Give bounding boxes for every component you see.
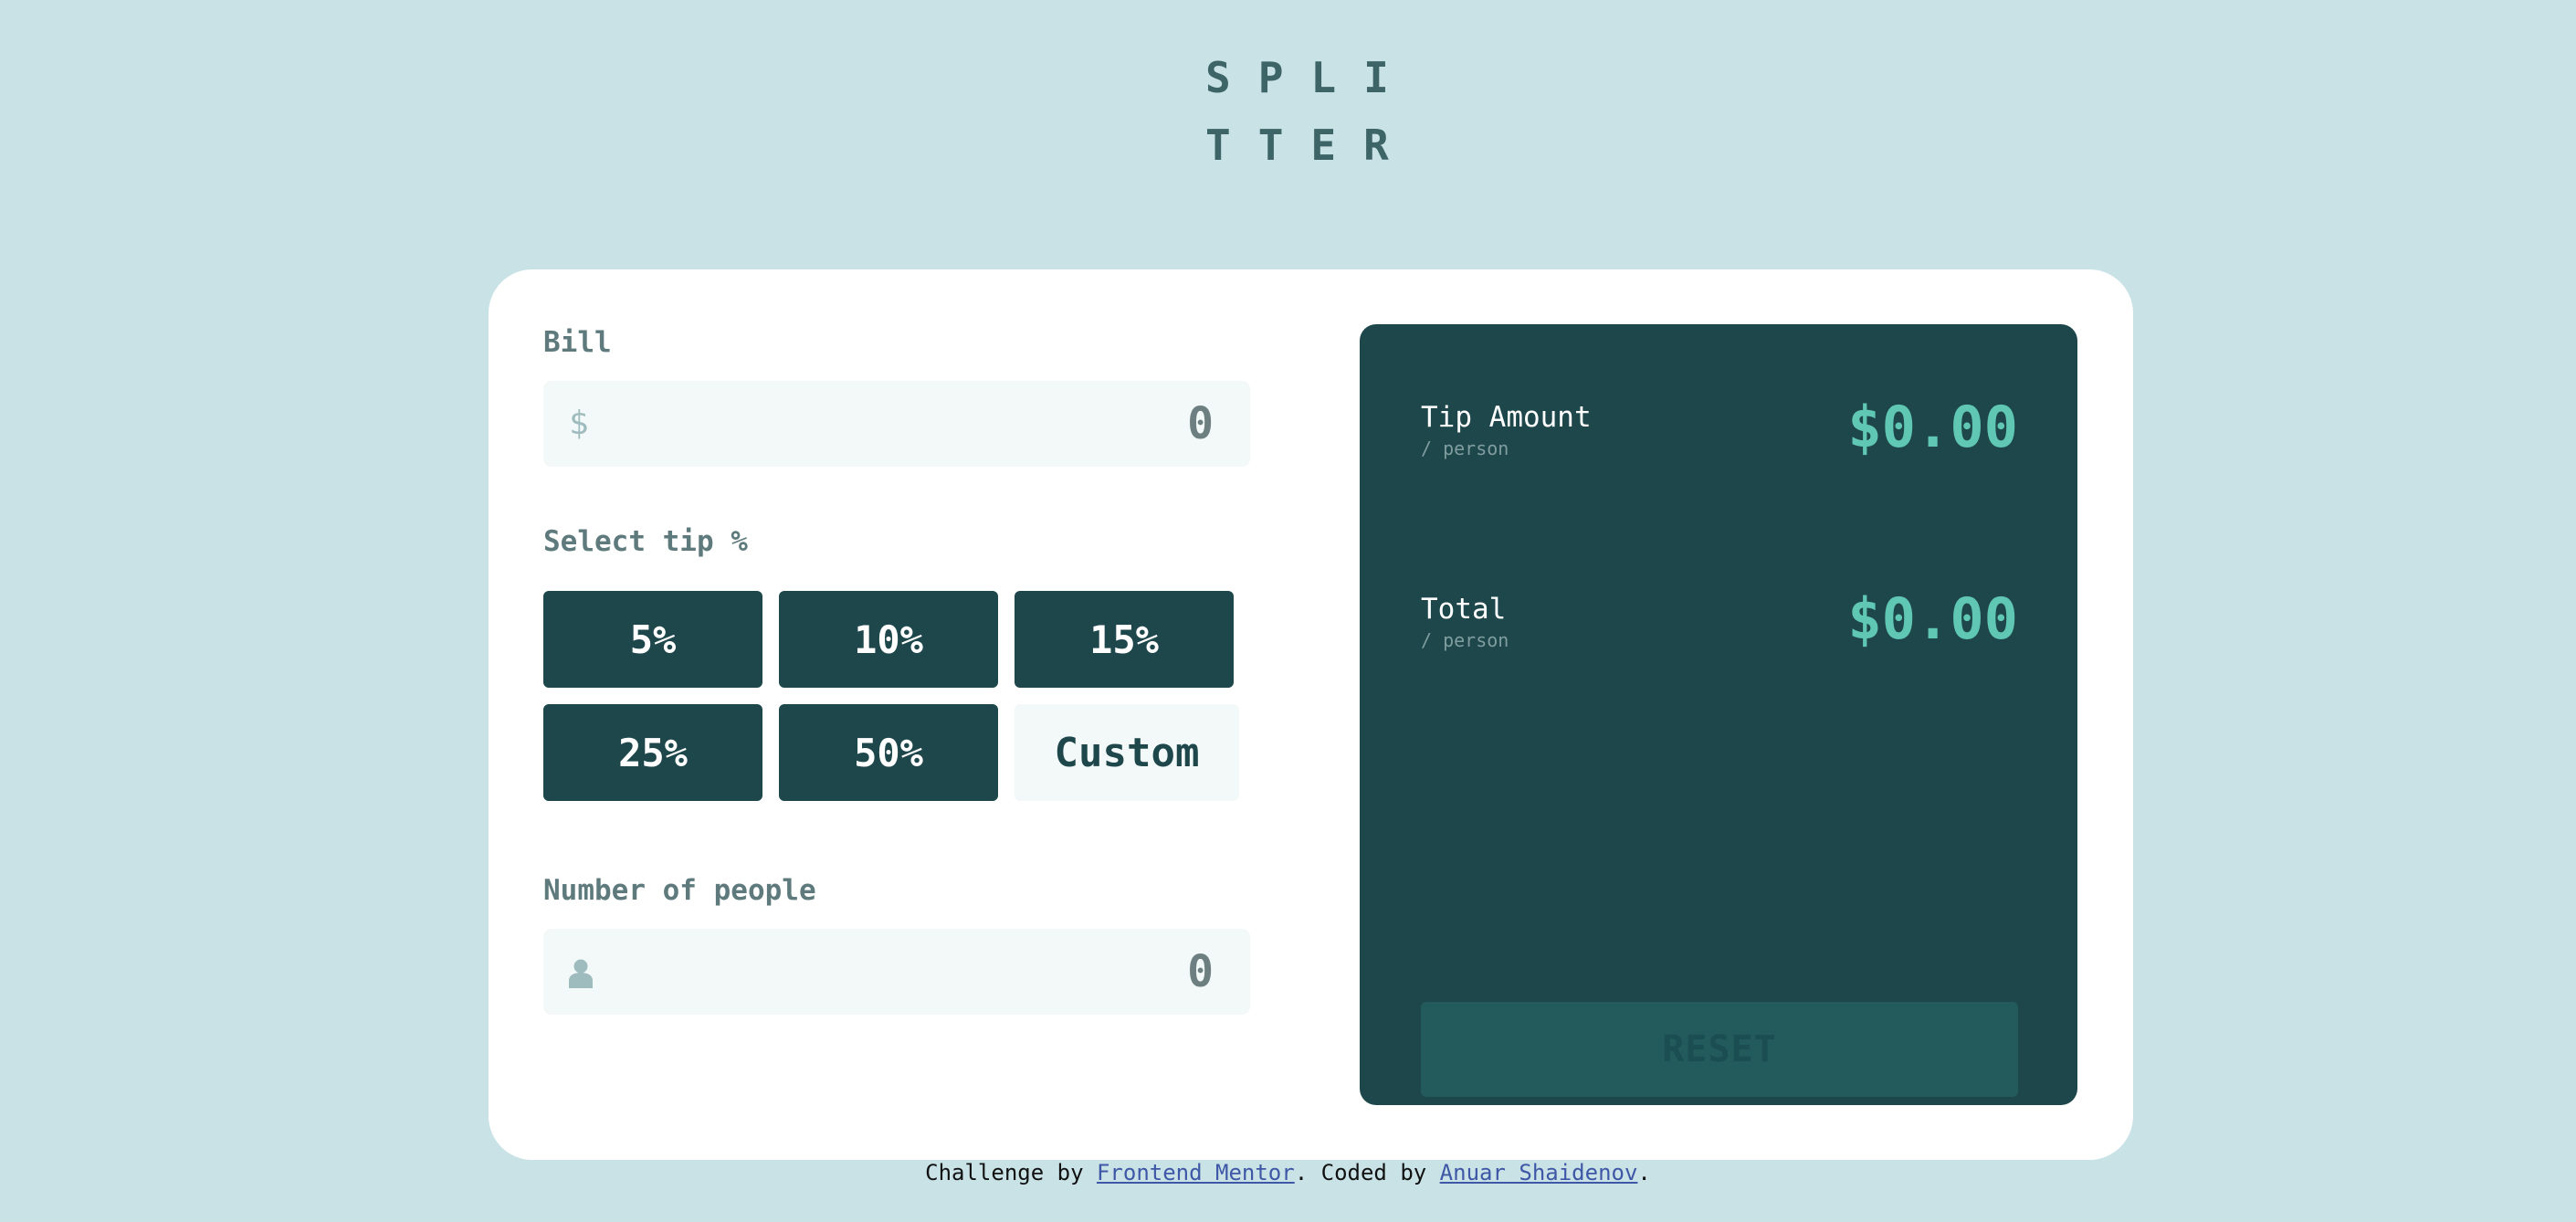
tip-amount-row: Tip Amount / person $0.00 xyxy=(1421,394,2018,474)
people-label: Number of people xyxy=(543,874,816,907)
custom-tip-input[interactable]: Custom xyxy=(1015,704,1239,801)
author-link[interactable]: Anuar Shaidenov xyxy=(1440,1160,1638,1185)
tip-15-button[interactable]: 15% xyxy=(1015,591,1234,688)
tip-amount-sub: / person xyxy=(1421,437,1509,459)
footer-prefix: Challenge by xyxy=(925,1160,1097,1185)
app-logo: SPLI TTER xyxy=(1205,44,1425,179)
tip-amount-label: Tip Amount xyxy=(1421,401,1592,434)
frontend-mentor-link[interactable]: Frontend Mentor xyxy=(1097,1160,1295,1185)
total-row: Total / person $0.00 xyxy=(1421,585,2018,666)
tip-amount-value: $0.00 xyxy=(1847,394,2018,460)
total-sub: / person xyxy=(1421,629,1509,651)
reset-button[interactable]: RESET xyxy=(1421,1002,2018,1097)
calculator-card: Bill $ 0 Select tip % 5% 10% 15% 25% 50%… xyxy=(489,269,2133,1160)
logo-line-1: SPLI xyxy=(1205,53,1416,102)
tip-10-button[interactable]: 10% xyxy=(779,591,998,688)
bill-label: Bill xyxy=(543,326,612,359)
results-panel: Tip Amount / person $0.00 Total / person… xyxy=(1360,324,2077,1105)
tip-25-button[interactable]: 25% xyxy=(543,704,762,801)
logo-line-2: TTER xyxy=(1205,121,1416,170)
total-value: $0.00 xyxy=(1847,585,2018,652)
bill-input[interactable]: $ 0 xyxy=(543,381,1250,467)
dollar-icon: $ xyxy=(569,405,589,442)
person-icon xyxy=(569,959,593,988)
footer-middle: . Coded by xyxy=(1294,1160,1440,1185)
tip-50-button[interactable]: 50% xyxy=(779,704,998,801)
footer-suffix: . xyxy=(1637,1160,1651,1185)
people-input[interactable]: 0 xyxy=(543,929,1250,1015)
total-label: Total xyxy=(1421,593,1507,626)
bill-input-value: 0 xyxy=(1187,398,1214,449)
tip-5-button[interactable]: 5% xyxy=(543,591,762,688)
tip-label: Select tip % xyxy=(543,525,748,558)
attribution-footer: Challenge by Frontend Mentor. Coded by A… xyxy=(0,1160,2576,1185)
people-input-value: 0 xyxy=(1187,946,1214,997)
